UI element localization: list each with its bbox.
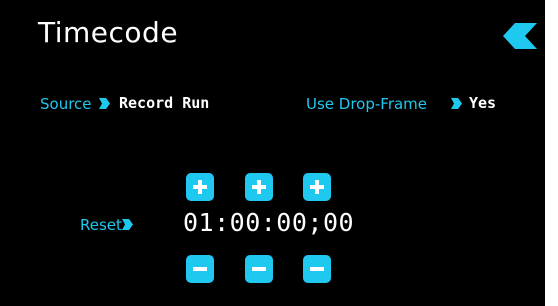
- back-chevron-icon[interactable]: [503, 23, 537, 49]
- reset-label[interactable]: Reset: [80, 216, 122, 234]
- hours-decrement-button[interactable]: [186, 255, 214, 283]
- minus-icon: [193, 267, 207, 271]
- minus-icon: [252, 267, 266, 271]
- chevron-right-icon: [99, 98, 110, 109]
- timecode-screen: Timecode Source Record Run Use Drop-Fram…: [0, 0, 545, 306]
- drop-frame-value[interactable]: Yes: [469, 94, 496, 112]
- source-label[interactable]: Source: [40, 95, 92, 113]
- seconds-increment-button[interactable]: [303, 173, 331, 201]
- hours-increment-button[interactable]: [186, 173, 214, 201]
- minutes-increment-button[interactable]: [245, 173, 273, 201]
- minus-icon: [310, 267, 324, 271]
- source-value[interactable]: Record Run: [119, 94, 209, 112]
- seconds-decrement-button[interactable]: [303, 255, 331, 283]
- timecode-display: 01:00:00;00: [183, 208, 355, 237]
- chevron-right-icon: [122, 219, 133, 230]
- chevron-right-icon: [451, 98, 462, 109]
- drop-frame-label[interactable]: Use Drop-Frame: [306, 95, 427, 113]
- minutes-decrement-button[interactable]: [245, 255, 273, 283]
- page-title: Timecode: [38, 16, 179, 49]
